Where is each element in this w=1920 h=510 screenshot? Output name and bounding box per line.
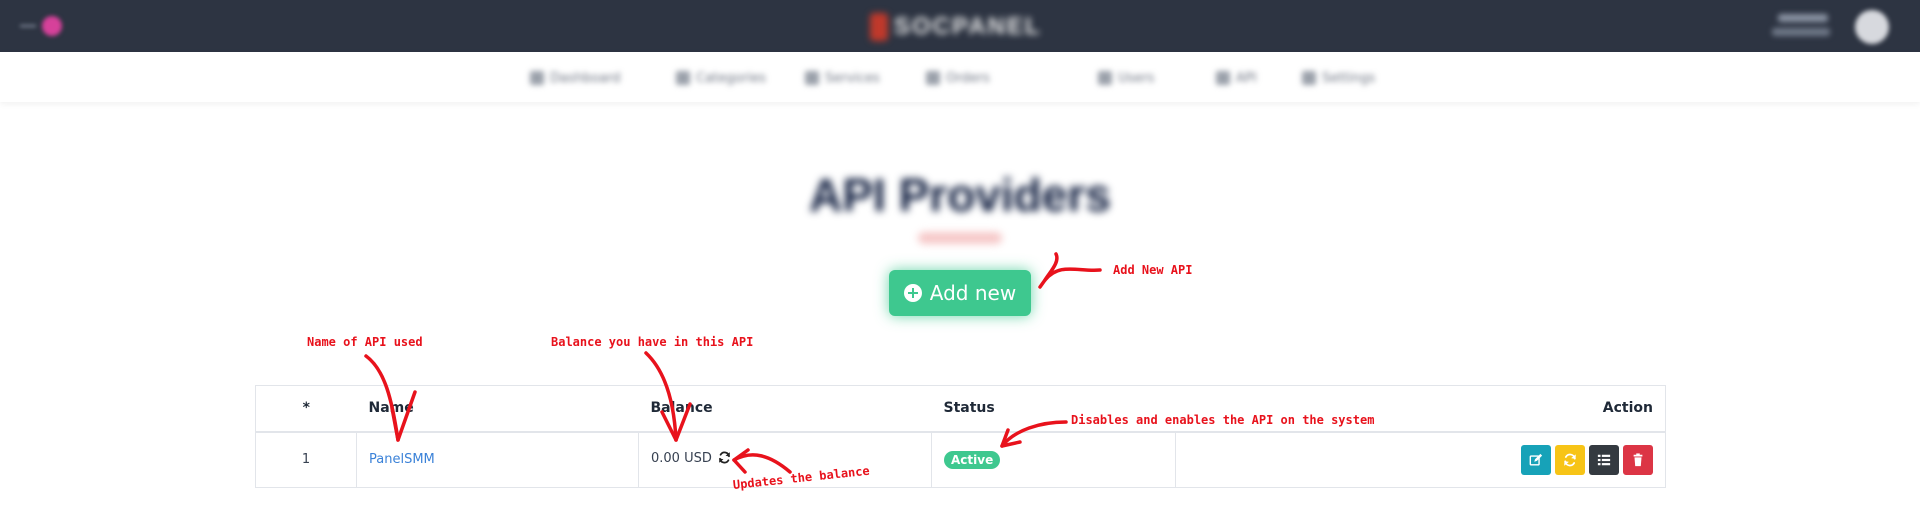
refresh-icon[interactable] [718,451,731,468]
menu-toggle-button[interactable] [20,14,66,38]
api-providers-table: * Name Balance Status Action 1 PanelSMM … [255,385,1666,488]
top-bar: SOCPANEL [0,0,1920,52]
nav-item-categories[interactable]: Categories [676,68,766,88]
page: SOCPANEL Dashboard Categories Services O… [0,0,1920,510]
plus-circle-icon [903,284,922,302]
delete-button[interactable] [1623,444,1653,475]
status-badge[interactable]: Active [944,450,1001,469]
nav-item-settings[interactable]: Settings [1302,68,1375,88]
annotation-name: Name of API used [307,335,423,349]
avatar[interactable] [1855,10,1889,44]
row-actions [1521,444,1653,475]
column-header-name[interactable]: Name [356,385,639,433]
table-header-row: * Name Balance Status Action [255,385,1666,433]
nav-item-label: Users [1118,70,1155,86]
column-header-balance[interactable]: Balance [638,385,932,433]
edit-button[interactable] [1521,444,1551,475]
list-icon [1597,454,1611,465]
nav-item-services[interactable]: Services [805,68,880,88]
column-header-index: * [255,385,357,433]
page-title: API Providers [809,169,1111,221]
list-icon [676,71,690,85]
row-name-cell: PanelSMM [356,431,639,488]
nav-item-label: Categories [696,70,767,86]
nav-item-dashboard[interactable]: Dashboard [530,68,621,88]
add-new-arrow [1043,252,1102,282]
notification-dot-icon [42,16,62,36]
nav-item-users[interactable]: Users [1098,68,1154,88]
services-list-button[interactable] [1589,444,1619,475]
nav-item-label: Services [825,70,880,86]
box-icon [805,71,819,85]
gear-icon [1302,71,1316,85]
logo-icon [870,13,888,41]
nav-item-label: Settings [1322,70,1376,86]
row-actions-cell [1175,431,1666,488]
users-icon [1098,71,1112,85]
annotation-balance: Balance you have in this API [551,335,754,349]
hamburger-icon [20,25,36,27]
add-new-label: Add new [929,281,1017,305]
add-new-button[interactable]: Add new [889,270,1031,316]
row-index: 1 [255,431,357,488]
nav-item-label: Orders [946,70,990,86]
trash-icon [1633,453,1643,466]
code-icon [1216,71,1230,85]
sync-services-button[interactable] [1555,444,1585,475]
nav-item-label: Dashboard [550,70,621,86]
nav-item-label: API [1236,70,1257,86]
logo: SOCPANEL [870,12,1042,42]
cart-icon [926,71,940,85]
annotation-status: Disables and enables the API on the syst… [1071,413,1375,427]
row-status-cell: Active [931,431,1176,488]
table-row: 1 PanelSMM 0.00 USD Active [255,431,1666,488]
title-underline [918,232,1002,244]
secondary-nav: Dashboard Categories Services Orders Use… [0,52,1920,102]
nav-item-orders[interactable]: Orders [926,68,990,88]
sync-icon [1564,453,1576,467]
balance-value: 0.00 USD [651,451,712,467]
annotation-add-new: Add New API [1113,263,1193,277]
provider-name-link[interactable]: PanelSMM [369,452,435,467]
edit-icon [1529,453,1543,466]
dashboard-icon [530,71,544,85]
user-info[interactable] [1772,12,1832,42]
user-role-line [1772,28,1830,36]
user-name-line [1778,14,1828,22]
nav-item-api[interactable]: API [1216,68,1257,88]
logo-text: SOCPANEL [894,13,1042,40]
